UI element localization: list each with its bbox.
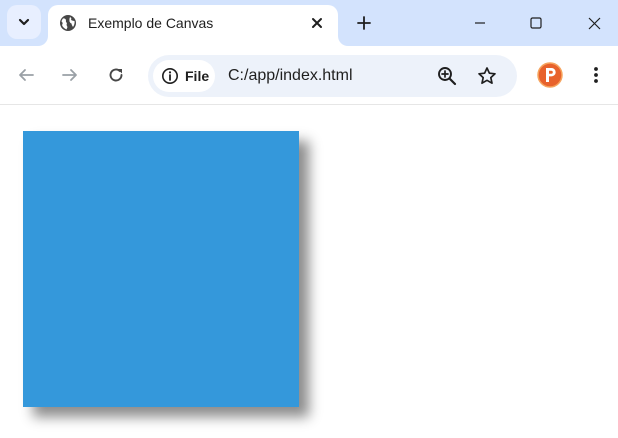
- bookmark-button[interactable]: [475, 64, 499, 88]
- site-info-chip[interactable]: File: [153, 60, 215, 92]
- reload-button[interactable]: [102, 61, 130, 89]
- zoom-in-icon: [438, 67, 457, 86]
- minimize-icon: [475, 22, 485, 24]
- plus-icon: [357, 16, 371, 30]
- toolbar: File C:/app/index.html: [0, 46, 618, 105]
- url-text[interactable]: C:/app/index.html: [228, 66, 353, 86]
- tab-close-button[interactable]: [306, 12, 328, 34]
- close-icon: [312, 18, 322, 28]
- reload-icon: [109, 68, 123, 82]
- more-vertical-icon: [594, 67, 598, 83]
- menu-button[interactable]: [584, 63, 608, 87]
- chevron-down-icon: [18, 18, 30, 26]
- canvas-square: [23, 131, 299, 407]
- maximize-button[interactable]: [521, 8, 551, 38]
- star-icon: [478, 67, 496, 85]
- globe-icon: [60, 15, 76, 31]
- info-icon: [162, 68, 178, 84]
- arrow-right-icon: [62, 69, 77, 81]
- arrow-left-icon: [19, 69, 34, 81]
- address-bar[interactable]: File C:/app/index.html: [148, 55, 517, 97]
- back-button[interactable]: [12, 61, 40, 89]
- tab-search-button[interactable]: [7, 5, 41, 39]
- zoom-button[interactable]: [435, 64, 459, 88]
- window-close-button[interactable]: [579, 8, 609, 38]
- close-icon: [588, 17, 600, 29]
- extension-p-icon[interactable]: [537, 62, 563, 88]
- tab-strip: Exemplo de Canvas: [0, 0, 618, 46]
- site-info-label: File: [185, 68, 210, 84]
- page-content: [0, 106, 618, 438]
- tab-active[interactable]: Exemplo de Canvas: [48, 5, 338, 46]
- forward-button[interactable]: [56, 61, 84, 89]
- tab-title: Exemplo de Canvas: [88, 15, 214, 31]
- maximize-icon: [530, 17, 542, 29]
- minimize-button[interactable]: [465, 8, 495, 38]
- new-tab-button[interactable]: [350, 9, 378, 37]
